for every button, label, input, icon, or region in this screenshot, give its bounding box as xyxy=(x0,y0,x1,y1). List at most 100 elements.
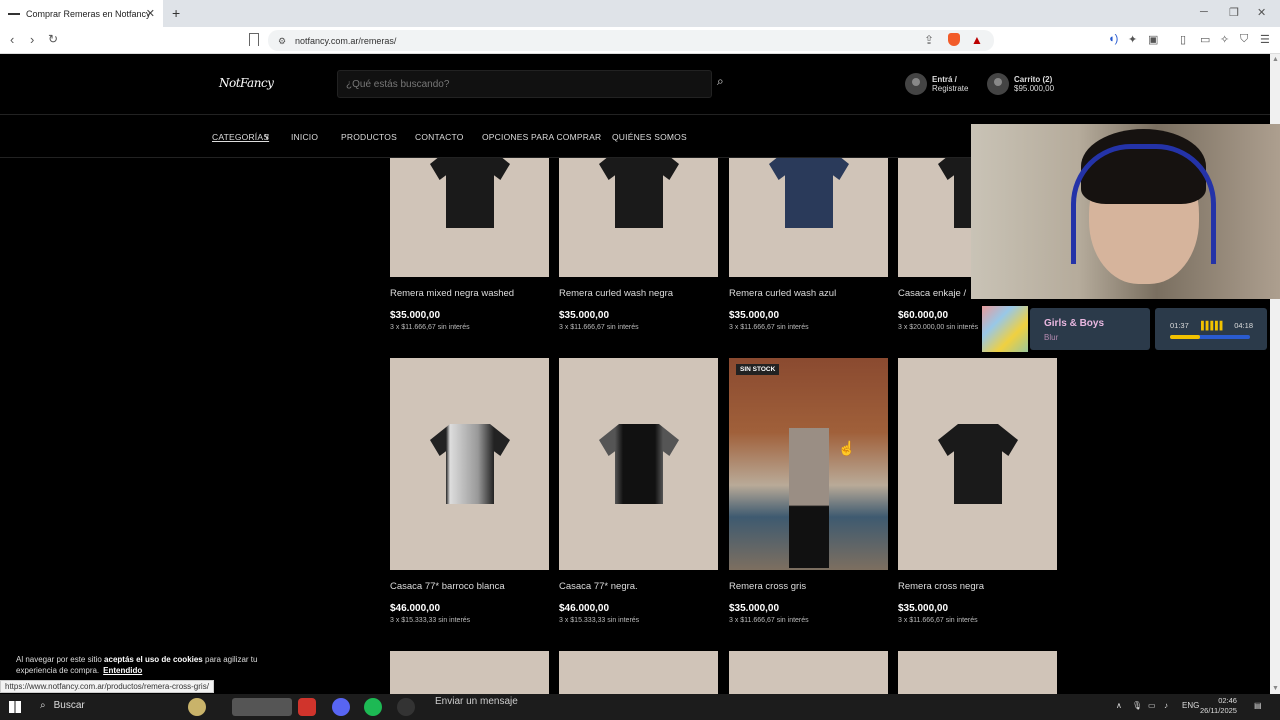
product-image[interactable] xyxy=(559,158,718,277)
total-time: 04:18 xyxy=(1234,321,1253,330)
product-name[interactable]: Remera cross negra xyxy=(898,581,1057,592)
search-icon[interactable]: ⌕ xyxy=(717,74,724,89)
product-card[interactable] xyxy=(559,651,718,694)
product-name[interactable]: Remera mixed negra washed xyxy=(390,288,549,299)
cookie-accept-button[interactable]: Entendido xyxy=(103,666,142,675)
song-artist: Blur xyxy=(1044,333,1059,342)
product-name[interactable]: Casaca 77* barroco blanca xyxy=(390,581,549,592)
product-card[interactable] xyxy=(729,651,888,694)
product-image[interactable] xyxy=(559,358,718,570)
product-price: $35.000,00 xyxy=(729,310,780,321)
taskbar: ⌕ Buscar Enviar un mensaje ∧ 🎙 ▭ ♪ ENG 02… xyxy=(0,694,1280,720)
product-name[interactable]: Remera curled wash negra xyxy=(559,288,718,299)
mic-icon[interactable]: 🎙 xyxy=(1132,701,1142,710)
share-icon[interactable]: ⇪ xyxy=(924,33,934,47)
network-icon[interactable]: ▭ xyxy=(1148,701,1156,710)
spotify-taskbar-icon[interactable] xyxy=(364,698,382,716)
cart-link[interactable]: Carrito (2) $95.000,00 xyxy=(987,73,1054,95)
product-card[interactable]: SIN STOCK Remera cross gris $35.000,00 3… xyxy=(729,358,888,624)
taskbar-search[interactable]: ⌕ Buscar xyxy=(40,700,85,711)
product-image[interactable] xyxy=(559,651,718,694)
sold-out-badge: SIN STOCK xyxy=(736,364,780,375)
product-name[interactable]: Remera cross gris xyxy=(729,581,888,592)
product-image[interactable] xyxy=(390,358,549,570)
account-link[interactable]: Entrá / Registrate xyxy=(905,73,968,95)
menu-icon[interactable]: ☰ xyxy=(1260,33,1270,46)
speech-icon[interactable]: ◖) xyxy=(1108,33,1118,45)
vpn-icon[interactable]: ⛉ xyxy=(1240,33,1248,46)
clock[interactable]: 02:46 26/11/2025 xyxy=(1200,696,1237,716)
scroll-up-icon[interactable]: ▲ xyxy=(1272,56,1279,63)
product-image[interactable] xyxy=(729,158,888,277)
reload-icon[interactable]: ↻ xyxy=(48,32,58,46)
product-image[interactable]: SIN STOCK xyxy=(729,358,888,570)
product-image[interactable] xyxy=(390,158,549,277)
notifications-icon[interactable]: ▤ xyxy=(1254,701,1262,710)
product-image[interactable] xyxy=(898,358,1057,570)
nav-productos[interactable]: PRODUCTOS xyxy=(341,132,397,142)
search-input[interactable] xyxy=(338,71,711,97)
clock-date: 26/11/2025 xyxy=(1200,706,1237,715)
product-card[interactable]: Remera curled wash azul $35.000,00 3 x $… xyxy=(729,158,888,331)
leo-icon[interactable]: ✧ xyxy=(1220,33,1229,46)
new-tab-icon[interactable]: + xyxy=(172,5,180,21)
product-name[interactable]: Casaca 77* negra. xyxy=(559,581,718,592)
discord-taskbar-icon[interactable] xyxy=(332,698,350,716)
back-icon[interactable]: ‹ xyxy=(10,32,14,47)
scroll-down-icon[interactable]: ▼ xyxy=(1272,685,1279,692)
extensions-icon[interactable]: ✦ xyxy=(1128,33,1137,46)
sidebar-icon[interactable]: ▯ xyxy=(1180,33,1186,46)
brave-shields-icon[interactable] xyxy=(948,33,960,46)
brave-rewards-icon[interactable]: ▲ xyxy=(971,33,983,47)
chevron-down-icon[interactable]: ∨ xyxy=(264,132,270,141)
volume-icon[interactable]: ♪ xyxy=(1164,701,1168,710)
taskbar-search-label: Buscar xyxy=(53,700,85,711)
product-card[interactable] xyxy=(390,651,549,694)
account-register-label: Registrate xyxy=(932,84,969,93)
song-info: Girls & Boys Blur xyxy=(1030,308,1150,350)
user-icon xyxy=(905,73,927,95)
forward-icon[interactable]: › xyxy=(30,32,34,47)
browser-tab[interactable]: Comprar Remeras en Notfancy ✕ xyxy=(0,0,163,27)
nav-contacto[interactable]: CONTACTO xyxy=(415,132,464,142)
language-indicator[interactable]: ENG xyxy=(1182,701,1199,710)
product-price: $35.000,00 xyxy=(898,603,949,614)
product-card[interactable]: Remera curled wash negra $35.000,00 3 x … xyxy=(559,158,718,331)
product-image[interactable] xyxy=(898,651,1057,694)
product-image[interactable] xyxy=(390,651,549,694)
nav-categorias[interactable]: CATEGORÍAS xyxy=(212,132,269,142)
headset-icon xyxy=(1071,144,1216,264)
product-card[interactable]: Remera cross negra $35.000,00 3 x $11.66… xyxy=(898,358,1057,624)
song-progress: 01:37 ▌▌▌▌▌ 04:18 xyxy=(1155,308,1267,350)
minimize-icon[interactable]: ─ xyxy=(1200,6,1208,18)
bookmark-icon[interactable] xyxy=(249,33,259,46)
chevron-up-icon[interactable]: ∧ xyxy=(1116,701,1122,710)
product-installments: 3 x $11.666,67 sin interés xyxy=(898,617,978,624)
nav-inicio[interactable]: INICIO xyxy=(291,132,318,142)
product-price: $35.000,00 xyxy=(559,310,610,321)
tab-bar: Comprar Remeras en Notfancy ✕ + ─ ❐ ✕ xyxy=(0,0,1280,27)
brave-taskbar-icon[interactable] xyxy=(298,698,316,716)
site-info-icon[interactable]: ⚙ xyxy=(278,36,286,47)
nav-quienes-somos[interactable]: QUIÉNES SOMOS xyxy=(612,132,687,142)
product-card[interactable] xyxy=(898,651,1057,694)
windows-start-icon[interactable] xyxy=(9,701,21,713)
nav-opciones[interactable]: OPCIONES PARA COMPRAR xyxy=(482,132,601,142)
product-image[interactable] xyxy=(729,651,888,694)
tabs-icon[interactable]: ▭ xyxy=(1200,33,1210,46)
address-bar[interactable]: ⚙ notfancy.com.ar/remeras/ ⇪ ▲ xyxy=(268,30,994,51)
product-card[interactable]: Remera mixed negra washed $35.000,00 3 x… xyxy=(390,158,549,331)
taskbar-app-icon[interactable] xyxy=(188,698,206,716)
taskbar-app-icon[interactable] xyxy=(232,698,292,716)
site-logo[interactable]: NotFancy xyxy=(219,76,274,90)
wallet-icon[interactable]: ▣ xyxy=(1148,33,1158,46)
product-name[interactable]: Remera curled wash azul xyxy=(729,288,888,299)
message-input[interactable]: Enviar un mensaje xyxy=(435,696,518,707)
obs-taskbar-icon[interactable] xyxy=(397,698,415,716)
product-card[interactable]: Casaca 77* negra. $46.000,00 3 x $15.333… xyxy=(559,358,718,624)
product-installments: 3 x $11.666,67 sin interés xyxy=(390,324,470,331)
product-card[interactable]: Casaca 77* barroco blanca $46.000,00 3 x… xyxy=(390,358,549,624)
close-tab-icon[interactable]: ✕ xyxy=(146,7,155,20)
close-window-icon[interactable]: ✕ xyxy=(1257,6,1266,19)
restore-icon[interactable]: ❐ xyxy=(1229,6,1239,19)
